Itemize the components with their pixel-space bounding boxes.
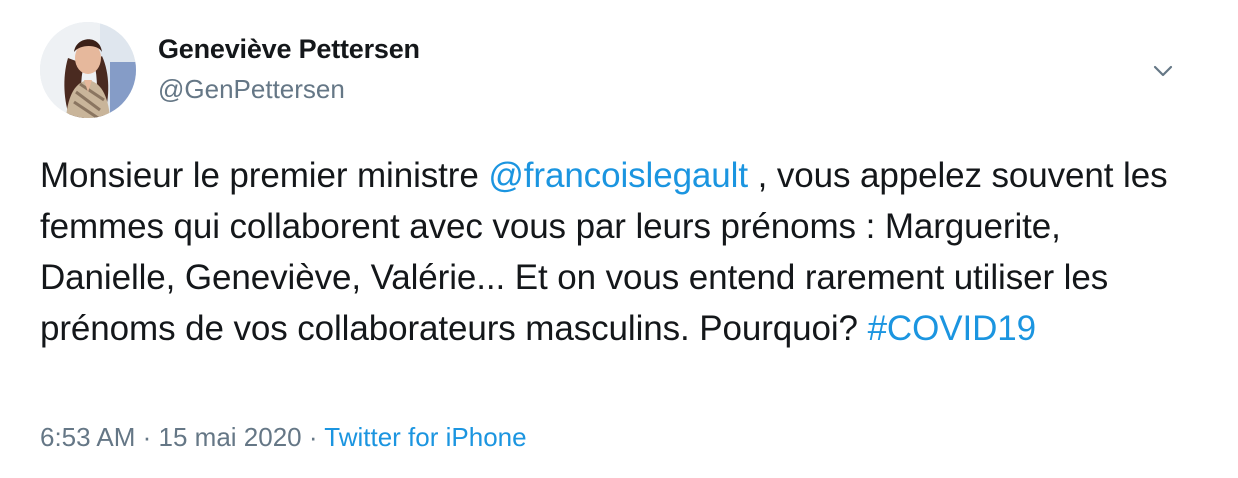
tweet-metadata: 6:53 AM · 15 mai 2020 · Twitter for iPho… xyxy=(40,422,527,453)
meta-separator: · xyxy=(135,422,159,452)
mention-link[interactable]: @francoislegault xyxy=(488,156,748,195)
tweet-text: Monsieur le premier ministre @francoisle… xyxy=(40,150,1200,354)
tweet-text-segment: Monsieur le premier ministre xyxy=(40,156,489,195)
chevron-down-icon xyxy=(1153,65,1173,77)
more-options-button[interactable] xyxy=(1148,56,1178,86)
meta-separator: · xyxy=(301,422,325,452)
hashtag-link[interactable]: #COVID19 xyxy=(868,309,1037,348)
profile-photo-icon xyxy=(40,22,136,118)
tweet-source-link[interactable]: Twitter for iPhone xyxy=(324,422,526,452)
avatar[interactable] xyxy=(40,22,136,118)
author-display-name[interactable]: Geneviève Pettersen xyxy=(158,34,420,65)
tweet-card: Geneviève Pettersen @GenPettersen Monsie… xyxy=(0,0,1238,478)
tweet-time[interactable]: 6:53 AM xyxy=(40,422,135,452)
author-handle[interactable]: @GenPettersen xyxy=(158,74,345,105)
tweet-date[interactable]: 15 mai 2020 xyxy=(159,422,302,452)
